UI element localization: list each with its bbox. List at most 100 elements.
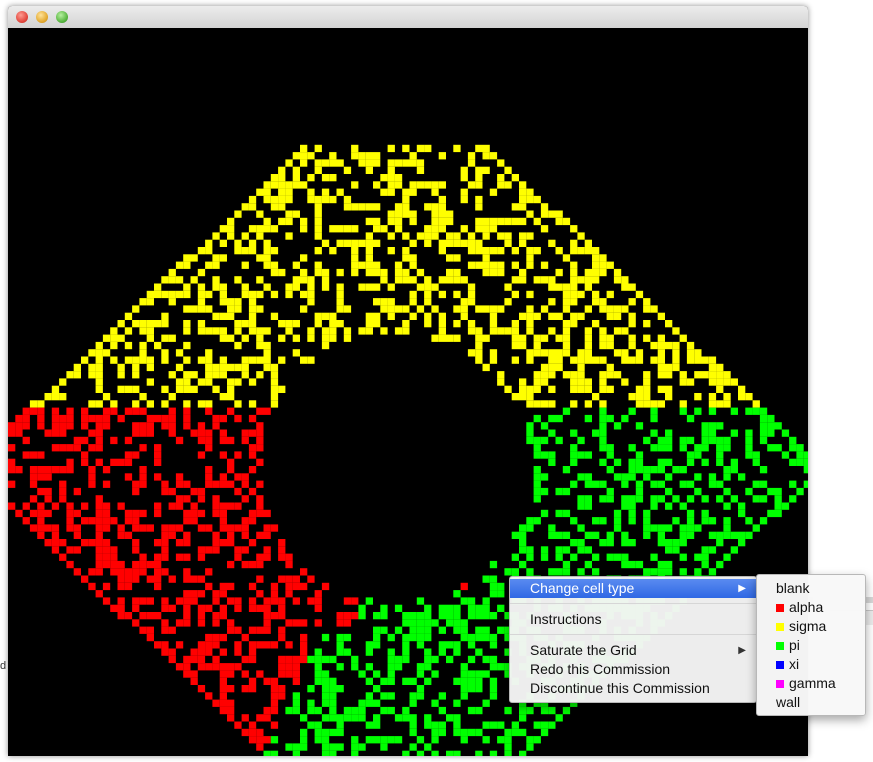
grid-cell[interactable] (453, 320, 461, 328)
grid-cell[interactable] (292, 670, 300, 678)
grid-cell[interactable] (723, 517, 731, 525)
grid-cell[interactable] (482, 699, 490, 707)
grid-cell[interactable] (227, 670, 235, 678)
grid-cell[interactable] (424, 181, 432, 189)
grid-cell[interactable] (708, 473, 717, 481)
grid-cell[interactable] (665, 568, 673, 576)
grid-cell[interactable] (314, 210, 322, 218)
grid-cell[interactable] (657, 312, 665, 320)
grid-cell[interactable] (241, 363, 249, 372)
grid-cell[interactable] (197, 604, 206, 612)
grid-cell[interactable] (278, 217, 286, 226)
grid-cell[interactable] (453, 590, 461, 598)
grid-cell[interactable] (292, 166, 300, 174)
grid-cell[interactable] (628, 341, 636, 350)
grid-cell[interactable] (694, 407, 702, 415)
grid-cell[interactable] (789, 480, 797, 488)
grid-cell[interactable] (321, 312, 330, 320)
grid-cell[interactable] (621, 480, 629, 488)
grid-cell[interactable] (81, 407, 89, 415)
grid-cell[interactable] (329, 247, 337, 255)
grid-cell[interactable] (489, 188, 498, 196)
grid-cell[interactable] (117, 531, 125, 539)
grid-cell[interactable] (263, 509, 271, 518)
grid-cell[interactable] (482, 604, 490, 612)
grid-cell[interactable] (592, 553, 600, 561)
grid-cell[interactable] (256, 334, 264, 342)
grid-cell[interactable] (321, 268, 330, 277)
grid-cell[interactable] (482, 225, 490, 233)
grid-cell[interactable] (205, 480, 213, 488)
grid-cell[interactable] (205, 641, 213, 649)
grid-cell[interactable] (256, 225, 264, 233)
grid-cell[interactable] (241, 320, 249, 328)
grid-cell[interactable] (197, 356, 206, 364)
grid-cell[interactable] (321, 159, 330, 167)
grid-cell[interactable] (504, 166, 512, 174)
grid-cell[interactable] (219, 539, 227, 547)
grid-cell[interactable] (606, 312, 614, 320)
grid-cell[interactable] (66, 560, 74, 569)
grid-cell[interactable] (657, 371, 665, 379)
grid-cell[interactable] (475, 174, 483, 182)
grid-cell[interactable] (519, 546, 527, 554)
grid-cell[interactable] (533, 341, 541, 350)
grid-cell[interactable] (723, 393, 731, 401)
grid-cell[interactable] (438, 327, 446, 335)
grid-cell[interactable] (263, 407, 271, 415)
grid-cell[interactable] (686, 495, 695, 503)
grid-cell[interactable] (540, 422, 549, 430)
grid-cell[interactable] (336, 298, 344, 306)
grid-cell[interactable] (190, 597, 198, 605)
grid-cell[interactable] (409, 612, 417, 620)
grid-cell[interactable] (672, 327, 680, 335)
grid-cell[interactable] (321, 714, 330, 722)
grid-cell[interactable] (584, 341, 592, 350)
grid-cell[interactable] (66, 466, 74, 474)
grid-cell[interactable] (256, 626, 264, 634)
grid-cell[interactable] (628, 334, 636, 342)
grid-cell[interactable] (467, 612, 476, 620)
grid-cell[interactable] (219, 283, 227, 291)
grid-cell[interactable] (745, 487, 753, 496)
grid-cell[interactable] (29, 480, 38, 488)
grid-cell[interactable] (154, 444, 162, 452)
grid-cell[interactable] (613, 276, 622, 284)
grid-cell[interactable] (453, 728, 461, 737)
grid-cell[interactable] (555, 487, 563, 496)
grid-cell[interactable] (526, 327, 534, 335)
grid-cell[interactable] (394, 159, 403, 167)
grid-cell[interactable] (190, 590, 198, 598)
grid-cell[interactable] (592, 531, 600, 539)
grid-cell[interactable] (453, 144, 461, 153)
grid-cell[interactable] (475, 341, 483, 350)
grid-cell[interactable] (234, 546, 242, 554)
grid-cell[interactable] (285, 582, 293, 591)
grid-cell[interactable] (285, 320, 293, 328)
grid-cell[interactable] (161, 422, 169, 430)
grid-cell[interactable] (438, 604, 446, 612)
grid-cell[interactable] (548, 210, 556, 218)
grid-cell[interactable] (482, 721, 490, 729)
grid-cell[interactable] (219, 327, 227, 335)
grid-cell[interactable] (278, 356, 286, 364)
grid-cell[interactable] (599, 539, 607, 547)
grid-cell[interactable] (584, 560, 592, 569)
grid-cell[interactable] (285, 327, 293, 335)
grid-cell[interactable] (161, 648, 169, 656)
grid-cell[interactable] (51, 414, 60, 423)
grid-cell[interactable] (197, 429, 206, 437)
grid-cell[interactable] (716, 444, 724, 452)
grid-cell[interactable] (504, 181, 512, 189)
grid-cell[interactable] (460, 728, 468, 737)
grid-cell[interactable] (643, 466, 651, 474)
grid-cell[interactable] (621, 356, 629, 364)
grid-cell[interactable] (219, 517, 227, 525)
grid-cell[interactable] (66, 509, 74, 518)
grid-cell[interactable] (227, 480, 235, 488)
grid-cell[interactable] (256, 254, 264, 262)
grid-cell[interactable] (124, 582, 133, 591)
grid-cell[interactable] (343, 203, 352, 211)
grid-cell[interactable] (227, 363, 235, 372)
grid-cell[interactable] (124, 312, 133, 320)
